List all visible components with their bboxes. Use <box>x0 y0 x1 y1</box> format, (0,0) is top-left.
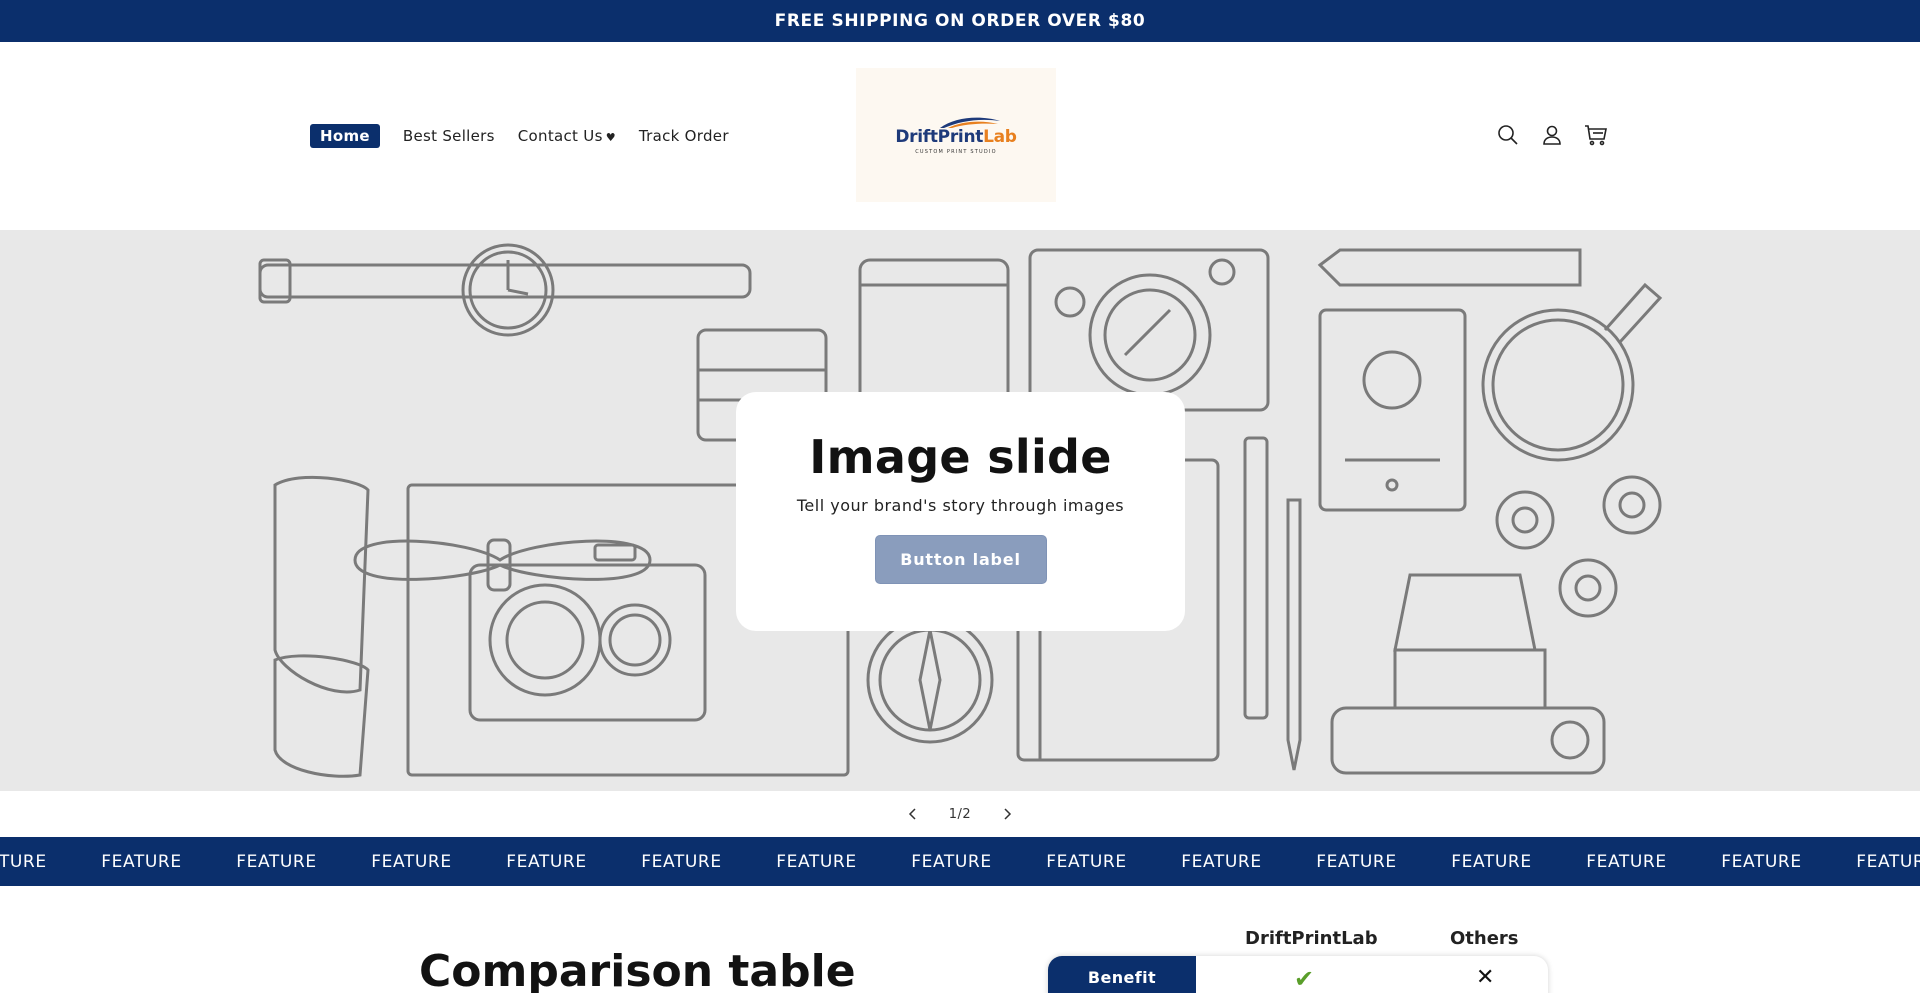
site-header: Home Best Sellers Contact Us ♥ Track Orde… <box>0 42 1920 230</box>
marquee-item: FEATURE <box>101 851 182 872</box>
comparison-table: Benefit ✔ ✕ <box>1048 956 1548 993</box>
slideshow-controls: 1/2 <box>0 791 1920 837</box>
marquee-item: FEATURE <box>1451 851 1532 872</box>
feature-marquee: FEATURE FEATURE FEATURE FEATURE FEATURE … <box>0 837 1920 886</box>
logo-word-primary: DriftPrint <box>895 127 984 147</box>
search-icon[interactable] <box>1496 123 1520 147</box>
nav-item-contact-us[interactable]: Contact Us ♥ <box>518 127 616 145</box>
marquee-item: FEATURE <box>1316 851 1397 872</box>
comparison-section: Comparison table DriftPrintLab Others Be… <box>0 886 1920 993</box>
heart-caret-icon: ♥ <box>605 131 616 144</box>
logo-word-accent: Lab <box>983 127 1017 147</box>
check-icon: ✔ <box>1294 965 1315 993</box>
marquee-item: FEATURE <box>506 851 587 872</box>
slide-title: Image slide <box>809 430 1112 484</box>
site-logo[interactable]: DriftPrintLab CUSTOM PRINT STUDIO <box>856 68 1056 202</box>
marquee-item: FEATURE <box>1046 851 1127 872</box>
marquee-item: FEATURE <box>0 851 47 872</box>
account-icon[interactable] <box>1540 123 1564 147</box>
comparison-column-brand: DriftPrintLab <box>1245 928 1378 949</box>
marquee-item: FEATURE <box>641 851 722 872</box>
chevron-right-icon <box>1004 808 1012 820</box>
marquee-item: FEATURE <box>776 851 857 872</box>
marquee-item: FEATURE <box>371 851 452 872</box>
marquee-item: FEATURE <box>1721 851 1802 872</box>
cart-icon[interactable] <box>1584 123 1608 147</box>
nav-item-contact-us-label: Contact Us <box>517 127 603 145</box>
main-nav: Home Best Sellers Contact Us ♥ Track Orde… <box>310 124 729 148</box>
comparison-heading: Comparison table <box>419 946 856 993</box>
slide-counter: 1/2 <box>948 806 972 822</box>
nav-item-best-sellers[interactable]: Best Sellers <box>403 127 495 145</box>
logo-tagline: CUSTOM PRINT STUDIO <box>915 149 997 155</box>
slide-cta-button[interactable]: Button label <box>874 535 1047 584</box>
marquee-track: FEATURE FEATURE FEATURE FEATURE FEATURE … <box>0 837 1920 886</box>
chevron-left-icon <box>908 808 916 820</box>
announcement-text: FREE SHIPPING ON ORDER OVER $80 <box>774 11 1146 31</box>
previous-slide-button[interactable] <box>899 800 927 828</box>
slide-text: Tell your brand's story through images <box>796 496 1125 515</box>
logo-wordmark: DriftPrintLab <box>895 127 1017 147</box>
nav-item-home[interactable]: Home <box>310 124 380 148</box>
marquee-item: FEATURE <box>1856 851 1920 872</box>
next-slide-button[interactable] <box>993 800 1021 828</box>
comparison-row-label: Benefit <box>1048 956 1196 993</box>
announcement-bar: FREE SHIPPING ON ORDER OVER $80 <box>0 0 1920 42</box>
marquee-item: FEATURE <box>911 851 992 872</box>
marquee-item: FEATURE <box>236 851 317 872</box>
marquee-item: FEATURE <box>1181 851 1262 872</box>
slide-content-card: Image slide Tell your brand's story thro… <box>736 392 1185 631</box>
image-slideshow: Image slide Tell your brand's story thro… <box>0 230 1920 791</box>
comparison-column-others: Others <box>1450 928 1519 949</box>
cross-icon: ✕ <box>1476 965 1495 990</box>
header-icons <box>1496 123 1608 147</box>
marquee-item: FEATURE <box>1586 851 1667 872</box>
nav-item-track-order[interactable]: Track Order <box>639 127 729 145</box>
